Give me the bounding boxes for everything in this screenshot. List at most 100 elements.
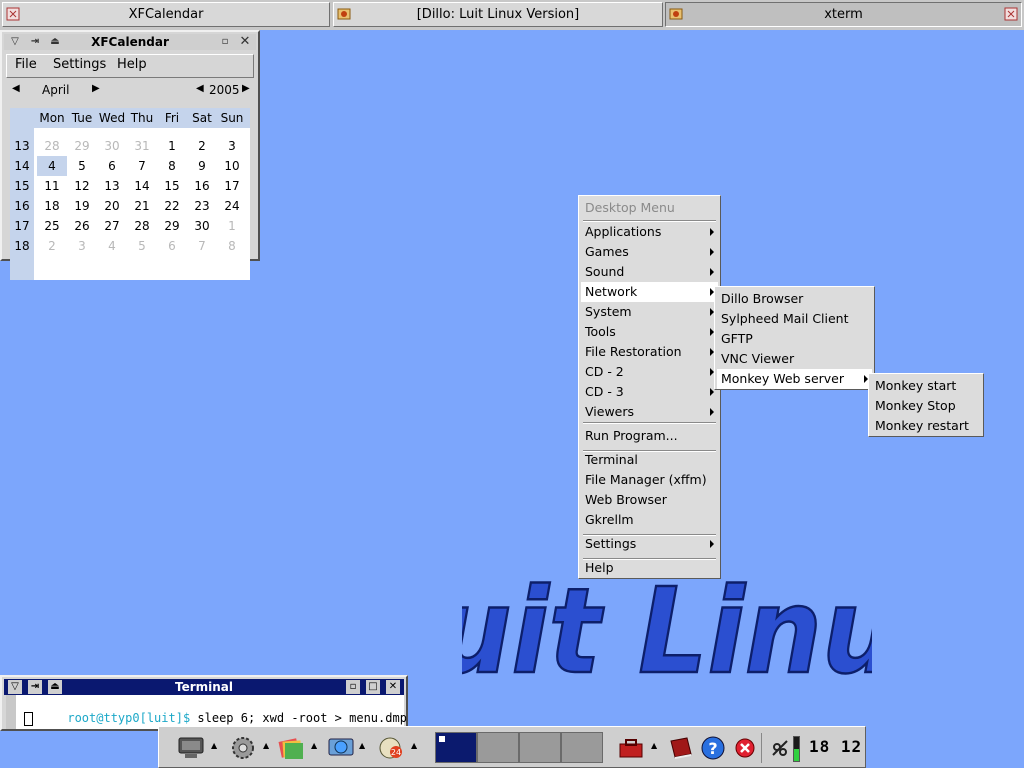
- day-cell[interactable]: 4: [97, 236, 127, 256]
- menu-item-web-browser[interactable]: Web Browser: [581, 490, 718, 510]
- day-cell[interactable]: 28: [37, 136, 67, 156]
- day-cell[interactable]: 28: [127, 216, 157, 236]
- menu-item-file-restoration[interactable]: File Restoration: [581, 342, 718, 362]
- menu-down-icon[interactable]: ▽: [8, 35, 22, 49]
- day-cell[interactable]: 25: [37, 216, 67, 236]
- menu-item-monkey-restart[interactable]: Monkey restart: [871, 416, 981, 436]
- day-cell[interactable]: 2: [187, 136, 217, 156]
- day-cell[interactable]: 27: [97, 216, 127, 236]
- day-cell[interactable]: 7: [127, 156, 157, 176]
- terminal-titlebar[interactable]: ▽ ⇥ ⏏ Terminal ▫ □ ✕: [4, 679, 404, 695]
- menu-down-icon[interactable]: ▽: [8, 680, 22, 694]
- shade-icon[interactable]: ⏏: [48, 680, 62, 694]
- day-cell[interactable]: 14: [127, 176, 157, 196]
- day-cell[interactable]: 12: [67, 176, 97, 196]
- day-cell[interactable]: 29: [67, 136, 97, 156]
- day-cell[interactable]: 22: [157, 196, 187, 216]
- task-xterm[interactable]: xterm: [665, 2, 1022, 27]
- menu-item-games[interactable]: Games: [581, 242, 718, 262]
- day-cell[interactable]: 3: [67, 236, 97, 256]
- menu-item-system[interactable]: System: [581, 302, 718, 322]
- day-cell[interactable]: 10: [217, 156, 247, 176]
- day-cell[interactable]: 13: [97, 176, 127, 196]
- workspace-3[interactable]: [519, 732, 561, 763]
- arrow-up-icon[interactable]: ▲: [263, 741, 269, 750]
- menu-item-monkey-stop[interactable]: Monkey Stop: [871, 396, 981, 416]
- minimize-icon[interactable]: ▫: [346, 680, 360, 694]
- next-month-icon[interactable]: ▶: [92, 83, 100, 94]
- day-cell[interactable]: 31: [127, 136, 157, 156]
- day-cell[interactable]: 7: [187, 236, 217, 256]
- day-cell[interactable]: 3: [217, 136, 247, 156]
- menu-item-vnc-viewer[interactable]: VNC Viewer: [717, 349, 872, 369]
- calendar-titlebar[interactable]: ▽ ⇥ ⏏ XFCalendar ▫ ✕: [4, 34, 256, 50]
- day-cell[interactable]: 26: [67, 216, 97, 236]
- menu-item-dillo-browser[interactable]: Dillo Browser: [717, 289, 872, 309]
- selected-day-cell[interactable]: 4: [37, 156, 67, 176]
- menu-settings[interactable]: Settings: [53, 57, 106, 72]
- files-icon[interactable]: [277, 735, 305, 761]
- antenna-icon[interactable]: [767, 735, 795, 761]
- menu-item-gftp[interactable]: GFTP: [717, 329, 872, 349]
- menu-item-gkrellm[interactable]: Gkrellm: [581, 510, 718, 530]
- menu-item-file-manager-xffm[interactable]: File Manager (xffm): [581, 470, 718, 490]
- menu-item-cd-2[interactable]: CD - 2: [581, 362, 718, 382]
- menu-item-tools[interactable]: Tools: [581, 322, 718, 342]
- menu-help[interactable]: Help: [117, 57, 147, 72]
- minimize-icon[interactable]: ▫: [218, 35, 232, 49]
- day-cell[interactable]: 18: [37, 196, 67, 216]
- menu-item-monkey-start[interactable]: Monkey start: [871, 376, 981, 396]
- pin-icon[interactable]: ⇥: [28, 35, 42, 49]
- maximize-icon[interactable]: □: [366, 680, 380, 694]
- arrow-up-icon[interactable]: ▲: [211, 741, 217, 750]
- menu-item-sound[interactable]: Sound: [581, 262, 718, 282]
- day-cell[interactable]: 17: [217, 176, 247, 196]
- day-cell[interactable]: 5: [67, 156, 97, 176]
- workspace-4[interactable]: [561, 732, 603, 763]
- menu-item-sylpheed-mail-client[interactable]: Sylpheed Mail Client: [717, 309, 872, 329]
- day-cell[interactable]: 21: [127, 196, 157, 216]
- workspace-2[interactable]: [477, 732, 519, 763]
- day-cell[interactable]: 11: [37, 176, 67, 196]
- help-icon[interactable]: ?: [699, 735, 727, 761]
- day-cell[interactable]: 6: [97, 156, 127, 176]
- day-cell[interactable]: 20: [97, 196, 127, 216]
- stop-icon[interactable]: [731, 735, 759, 761]
- day-cell[interactable]: 30: [97, 136, 127, 156]
- menu-file[interactable]: File: [15, 57, 37, 72]
- task-xfcalendar[interactable]: XFCalendar: [2, 2, 330, 27]
- day-cell[interactable]: 6: [157, 236, 187, 256]
- terminal-output[interactable]: root@ttyp0[luit]$ sleep 6; xwd -root > m…: [6, 695, 407, 729]
- day-cell[interactable]: 9: [187, 156, 217, 176]
- day-cell[interactable]: 8: [157, 156, 187, 176]
- arrow-up-icon[interactable]: ▲: [311, 741, 317, 750]
- menu-item-viewers[interactable]: Viewers: [581, 402, 718, 422]
- menu-item-applications[interactable]: Applications: [581, 222, 718, 242]
- menu-item-monkey-web-server[interactable]: Monkey Web server: [717, 369, 872, 389]
- prev-month-icon[interactable]: ◀: [12, 83, 20, 94]
- day-cell[interactable]: 15: [157, 176, 187, 196]
- menu-item-settings[interactable]: Settings: [581, 534, 718, 554]
- arrow-up-icon[interactable]: ▲: [359, 741, 365, 750]
- pin-icon[interactable]: ⇥: [28, 680, 42, 694]
- arrow-up-icon[interactable]: ▲: [411, 741, 417, 750]
- day-cell[interactable]: 1: [157, 136, 187, 156]
- day-cell[interactable]: 16: [187, 176, 217, 196]
- monitor-icon[interactable]: [177, 735, 205, 761]
- day-cell[interactable]: 5: [127, 236, 157, 256]
- menu-item-terminal[interactable]: Terminal: [581, 450, 718, 470]
- day-cell[interactable]: 19: [67, 196, 97, 216]
- next-year-icon[interactable]: ▶: [242, 83, 250, 94]
- day-cell[interactable]: 24: [217, 196, 247, 216]
- close-icon[interactable]: ✕: [238, 35, 252, 49]
- workspace-1[interactable]: [435, 732, 477, 763]
- shade-icon[interactable]: ⏏: [48, 35, 62, 49]
- arrow-up-icon[interactable]: ▲: [651, 741, 657, 750]
- book-icon[interactable]: [667, 735, 695, 761]
- day-cell[interactable]: 1: [217, 216, 247, 236]
- close-icon[interactable]: ✕: [386, 680, 400, 694]
- day-cell[interactable]: 30: [187, 216, 217, 236]
- gear-icon[interactable]: [229, 735, 257, 761]
- task-dillo[interactable]: [Dillo: Luit Linux Version]: [333, 2, 663, 27]
- prev-year-icon[interactable]: ◀: [196, 83, 204, 94]
